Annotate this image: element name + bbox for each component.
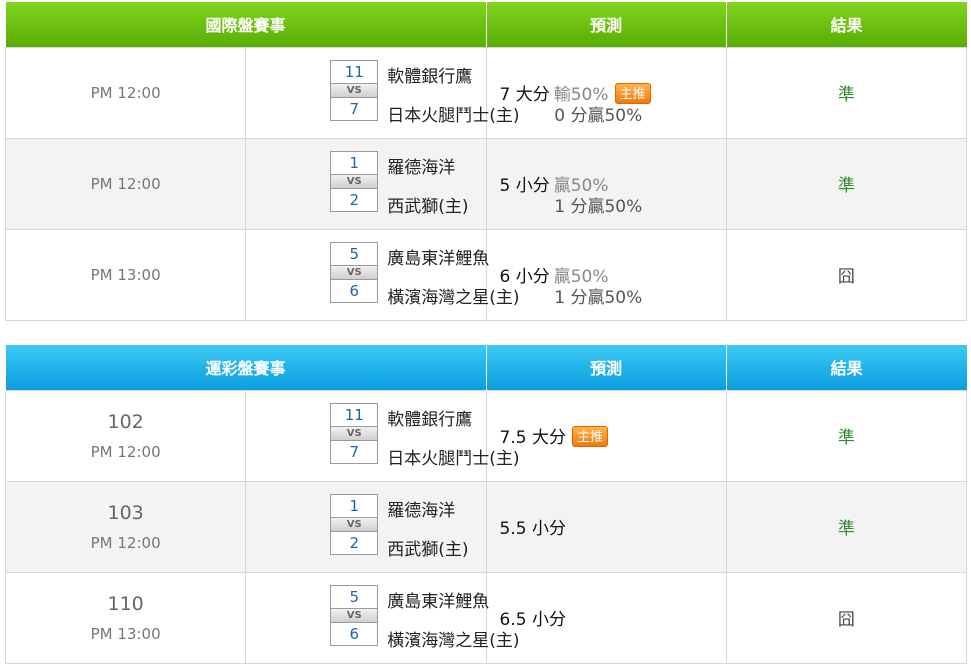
away-team: 羅德海洋: [387, 500, 456, 521]
away-score: 1: [330, 150, 379, 175]
vs-label: VS: [330, 517, 379, 531]
prediction-cell: 7.5 大分 主推: [485, 389, 727, 482]
away-score: 5: [330, 584, 379, 609]
prediction-value: 5.5 小分: [499, 519, 566, 539]
vs-label: VS: [330, 265, 379, 279]
prediction-header: 預測: [486, 2, 727, 47]
game-info: 102 PM 12:00: [4, 389, 247, 482]
score-box: 1 VS 2: [330, 493, 379, 555]
table-row: PM 12:00 1 VS 2 羅德海洋 西武獅(主) 1 分贏50% 5 小分…: [4, 137, 968, 230]
table-row: 110 PM 13:00 5 VS 6 廣島東洋鯉魚 橫濱海灣之星(主) 6.5…: [4, 571, 968, 664]
score-box: 5 VS 6: [330, 584, 379, 646]
section-title: 運彩盤賽事: [5, 345, 487, 390]
game-number: 110: [107, 592, 144, 615]
game-number: 103: [107, 501, 144, 524]
away-team: 廣島東洋鯉魚: [387, 591, 490, 612]
prediction-cell: 5.5 小分: [485, 480, 727, 573]
match-cell: 1 VS 2 羅德海洋 西武獅(主) 1 分贏50%: [245, 137, 642, 230]
main-pick-badge: 主推: [571, 426, 608, 447]
sport-lottery-games-table: 運彩盤賽事 預測 結果 102 PM 12:00 11 VS 7 軟體銀行鷹 日…: [4, 345, 968, 664]
result-value: 準: [725, 137, 968, 230]
result-value: 準: [725, 480, 968, 573]
result-value: 囧: [725, 228, 968, 321]
score-box: 5 VS 6: [330, 241, 379, 303]
table-row: PM 12:00 11 VS 7 軟體銀行鷹 日本火腿鬥士(主) 0 分贏50%…: [4, 46, 968, 139]
home-team: 日本火腿鬥士(主): [387, 105, 520, 126]
prediction-header: 預測: [486, 345, 727, 390]
home-score: 2: [330, 187, 379, 212]
match-cell: 5 VS 6 廣島東洋鯉魚 橫濱海灣之星(主): [245, 571, 520, 664]
game-time: PM 12:00: [4, 137, 247, 230]
game-time: PM 12:00: [90, 442, 161, 461]
result-value: 囧: [725, 571, 968, 664]
game-time: PM 13:00: [4, 228, 247, 321]
section-title: 國際盤賽事: [5, 2, 487, 47]
prediction-cell: 6.5 小分: [485, 571, 727, 664]
away-score: 11: [330, 59, 379, 84]
result-value: 準: [725, 46, 968, 139]
table-row: 102 PM 12:00 11 VS 7 軟體銀行鷹 日本火腿鬥士(主) 7.5…: [4, 389, 968, 482]
game-info: 110 PM 13:00: [4, 571, 247, 664]
table-row: PM 13:00 5 VS 6 廣島東洋鯉魚 橫濱海灣之星(主) 1 分贏50%…: [4, 228, 968, 321]
home-score: 7: [330, 439, 379, 464]
handicap: 0 分贏50%: [554, 105, 643, 126]
home-score: 7: [330, 96, 379, 121]
home-team: 橫濱海灣之星(主): [387, 630, 520, 651]
table-header: 運彩盤賽事 預測 結果: [5, 345, 967, 390]
game-time: PM 12:00: [90, 533, 161, 552]
score-box: 1 VS 2: [330, 150, 379, 212]
handicap: 1 分贏50%: [554, 196, 643, 217]
result-header: 結果: [726, 345, 967, 390]
result-value: 準: [725, 389, 968, 482]
away-score: 11: [330, 402, 379, 427]
result-header: 結果: [726, 2, 967, 47]
away-team: 羅德海洋: [387, 157, 456, 178]
match-cell: 5 VS 6 廣島東洋鯉魚 橫濱海灣之星(主) 1 分贏50%: [245, 228, 642, 321]
away-team: 軟體銀行鷹: [387, 66, 473, 87]
game-time: PM 12:00: [4, 46, 247, 139]
table-header: 國際盤賽事 預測 結果: [5, 2, 967, 47]
game-time: PM 13:00: [90, 624, 161, 643]
score-box: 11 VS 7: [330, 59, 379, 121]
score-box: 11 VS 7: [330, 402, 379, 464]
home-score: 2: [330, 530, 379, 555]
vs-label: VS: [330, 174, 379, 188]
away-score: 1: [330, 493, 379, 518]
home-team: 西武獅(主): [387, 539, 469, 560]
table-row: 103 PM 12:00 1 VS 2 羅德海洋 西武獅(主) 5.5 小分 準: [4, 480, 968, 573]
game-number: 102: [107, 410, 144, 433]
away-score: 5: [330, 241, 379, 266]
vs-label: VS: [330, 426, 379, 440]
vs-label: VS: [330, 83, 379, 97]
away-team: 軟體銀行鷹: [387, 409, 473, 430]
handicap: 1 分贏50%: [554, 287, 643, 308]
home-score: 6: [330, 621, 379, 646]
vs-label: VS: [330, 608, 379, 622]
intl-games-table: 國際盤賽事 預測 結果 PM 12:00 11 VS 7 軟體銀行鷹 日本火腿鬥…: [4, 2, 968, 321]
home-score: 6: [330, 278, 379, 303]
home-team: 日本火腿鬥士(主): [387, 448, 520, 469]
home-team: 橫濱海灣之星(主): [387, 287, 520, 308]
home-team: 西武獅(主): [387, 196, 469, 217]
match-cell: 11 VS 7 軟體銀行鷹 日本火腿鬥士(主): [245, 389, 520, 482]
game-info: 103 PM 12:00: [4, 480, 247, 573]
away-team: 廣島東洋鯉魚: [387, 248, 490, 269]
match-cell: 11 VS 7 軟體銀行鷹 日本火腿鬥士(主) 0 分贏50%: [245, 46, 642, 139]
prediction-value: 5 小分: [499, 176, 550, 196]
match-cell: 1 VS 2 羅德海洋 西武獅(主): [245, 480, 487, 573]
